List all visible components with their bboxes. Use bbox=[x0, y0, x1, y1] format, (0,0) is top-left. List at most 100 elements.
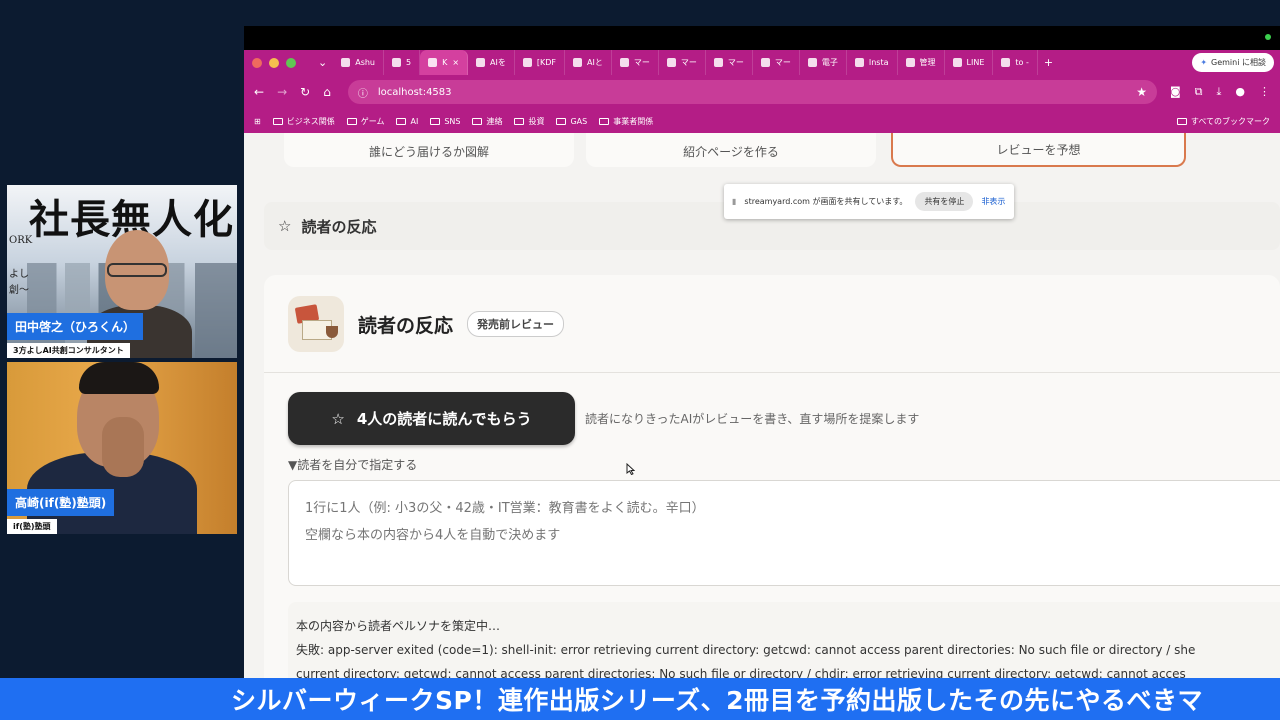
new-tab-plus-icon[interactable]: + bbox=[1038, 56, 1059, 69]
favicon-icon bbox=[1001, 58, 1011, 67]
tab-label: to - bbox=[1015, 58, 1029, 67]
browser-tab[interactable]: 管理 bbox=[898, 50, 945, 75]
feature-card-review[interactable]: レビューを予想 bbox=[891, 133, 1186, 167]
bookmark-label: AI bbox=[410, 116, 419, 126]
folder-icon bbox=[396, 117, 407, 125]
menu-kebab-icon[interactable]: ⋮ bbox=[1259, 85, 1270, 99]
tab-label: 電子 bbox=[821, 58, 838, 67]
browser-tab[interactable]: [KDF bbox=[515, 50, 566, 75]
tab-label: 5 bbox=[406, 58, 412, 67]
feature-card-diagram[interactable]: 誰にどう届けるか図解 bbox=[284, 133, 574, 167]
request-reviews-label: 4人の読者に読んでもらう bbox=[356, 410, 532, 428]
profile-avatar-icon[interactable]: ● bbox=[1235, 85, 1245, 99]
bookmark-folder[interactable]: ゲーム bbox=[346, 116, 384, 127]
maximize-window-button[interactable] bbox=[286, 57, 296, 68]
bookmark-folder[interactable]: 投資 bbox=[514, 116, 544, 127]
bookmark-folder[interactable]: ビジネス関係 bbox=[272, 116, 335, 127]
reader-personas-input[interactable] bbox=[288, 480, 1280, 586]
bookmarks-bar: ⊞ ビジネス関係 ゲーム AI SNS 連絡 投資 GAS 事業者関係 すべてのブックマーク bbox=[244, 109, 1280, 133]
apps-grid-icon[interactable]: ⊞ bbox=[254, 117, 261, 126]
window-controls[interactable] bbox=[252, 57, 296, 68]
browser-tab[interactable]: K × bbox=[420, 50, 469, 75]
participant-name-1: 田中啓之（ひろくん） bbox=[7, 313, 144, 340]
tab-label: AIを bbox=[490, 58, 506, 67]
browser-tab[interactable]: マー bbox=[706, 50, 753, 75]
browser-tab[interactable]: AIと bbox=[565, 50, 612, 75]
browser-tab[interactable]: マー bbox=[659, 50, 706, 75]
bookmark-folder[interactable]: GAS bbox=[556, 116, 587, 127]
page-content: 誰にどう届けるか図解 紹介ページを作る レビューを予想 ☆ 読者の反応 ▮ st… bbox=[244, 133, 1280, 678]
favicon-icon bbox=[522, 58, 532, 67]
browser-tab[interactable]: Ashu bbox=[333, 50, 384, 75]
screen-top-bar bbox=[244, 26, 1280, 50]
section-label: 読者の反応 bbox=[301, 217, 377, 236]
browser-tab[interactable]: 電子 bbox=[800, 50, 847, 75]
favicon-icon bbox=[476, 58, 486, 67]
minimize-window-button[interactable] bbox=[269, 57, 279, 68]
gemini-button[interactable]: ✦ Gemini に相談 bbox=[1192, 53, 1274, 72]
omnibox[interactable]: ⓘ localhost:4583 ★ bbox=[347, 80, 1157, 104]
bookmark-folder[interactable]: 事業者関係 bbox=[599, 116, 653, 127]
feature-card-intro-page[interactable]: 紹介ページを作る bbox=[586, 133, 876, 167]
browser-tab[interactable]: マー bbox=[612, 50, 659, 75]
gemini-label: Gemini に相談 bbox=[1211, 58, 1266, 67]
folder-icon bbox=[430, 117, 441, 125]
video-panel-host: 社長無人化 ORK よし 創〜 田中啓之（ひろくん） 3方よしAI共創コンサルタ… bbox=[7, 185, 237, 358]
forward-arrow-icon[interactable]: → bbox=[277, 85, 287, 99]
stream-title-ticker: シルバーウィークSP！連作出版シリーズ、2冊目を予約出版したその先にやるべきマ bbox=[0, 678, 1280, 720]
bookmark-folder[interactable]: AI bbox=[396, 116, 418, 127]
camera-icon[interactable]: ◙ bbox=[1170, 85, 1181, 99]
close-window-button[interactable] bbox=[252, 57, 262, 68]
close-tab-icon[interactable]: × bbox=[452, 58, 459, 67]
folder-icon bbox=[472, 117, 483, 125]
participant-name-2: 高崎(if(塾)塾頭) bbox=[7, 489, 115, 516]
custom-readers-toggle[interactable]: ▼読者を自分で指定する bbox=[288, 456, 417, 473]
folder-icon bbox=[556, 117, 567, 125]
browser-window: ⌄ Ashu 5 K × AIを [KDF AIと マー マー マー マー 電子 Insta 管理 LINE… bbox=[244, 26, 1280, 678]
feature-card-label: 紹介ページを作る bbox=[683, 145, 779, 159]
browser-tab[interactable]: マー bbox=[753, 50, 800, 75]
favicon-icon bbox=[713, 58, 723, 67]
log-line: 失敗: app-server exited (code=1): shell-in… bbox=[296, 643, 1196, 657]
bookmark-star-icon[interactable]: ★ bbox=[1136, 85, 1147, 99]
favicon-icon bbox=[341, 58, 351, 67]
favicon-icon bbox=[807, 58, 817, 67]
tab-label: マー bbox=[633, 58, 650, 67]
favicon-icon bbox=[428, 58, 438, 67]
button-hint-text: 読者になりきったAIがレビューを書き、直す場所を提案します bbox=[585, 412, 920, 426]
hide-notice-button[interactable]: 非表示 bbox=[981, 196, 1005, 207]
bookmark-folder[interactable]: 連絡 bbox=[472, 116, 502, 127]
back-arrow-icon[interactable]: ← bbox=[254, 85, 264, 99]
extensions-icon[interactable]: ⧉ bbox=[1195, 85, 1203, 99]
site-info-icon[interactable]: ⓘ bbox=[358, 85, 368, 100]
request-reviews-button[interactable]: ☆ 4人の読者に読んでもらう bbox=[288, 392, 575, 445]
reload-icon[interactable]: ↻ bbox=[300, 85, 310, 99]
home-icon[interactable]: ⌂ bbox=[323, 85, 331, 99]
panel-header: 読者の反応 発売前レビュー bbox=[288, 296, 565, 352]
tabs: Ashu 5 K × AIを [KDF AIと マー マー マー マー 電子 Insta 管理 LINE to… bbox=[333, 50, 1038, 75]
browser-tab[interactable]: LINE bbox=[945, 50, 994, 75]
tab-label: マー bbox=[680, 58, 697, 67]
browser-tab[interactable]: 5 bbox=[384, 50, 421, 75]
browser-tab[interactable]: AIを bbox=[468, 50, 515, 75]
browser-tab[interactable]: Insta bbox=[847, 50, 898, 75]
browser-tab[interactable]: to - bbox=[993, 50, 1038, 75]
feature-card-label: 誰にどう届けるか図解 bbox=[368, 145, 489, 159]
all-bookmarks-label: すべてのブックマーク bbox=[1190, 116, 1270, 126]
star-outline-icon: ☆ bbox=[331, 409, 345, 428]
bookmark-label: 事業者関係 bbox=[613, 116, 654, 126]
folder-icon bbox=[514, 117, 525, 125]
favicon-icon bbox=[573, 58, 583, 67]
guest-hand bbox=[102, 417, 144, 477]
all-bookmarks-button[interactable]: すべてのブックマーク bbox=[1176, 116, 1270, 127]
bookmark-folder[interactable]: SNS bbox=[430, 116, 460, 127]
stop-sharing-button[interactable]: 共有を停止 bbox=[915, 192, 974, 211]
status-log: 本の内容から読者ペルソナを策定中… 失敗: app-server exited … bbox=[288, 602, 1280, 678]
download-icon[interactable]: ⤓ bbox=[1217, 85, 1222, 99]
glasses bbox=[107, 263, 167, 277]
divider bbox=[264, 372, 1280, 373]
tab-search-chevron-icon[interactable]: ⌄ bbox=[312, 56, 333, 69]
tab-label: K bbox=[442, 58, 448, 67]
share-indicator-icon: ▮ bbox=[732, 197, 737, 206]
mouse-cursor-icon bbox=[626, 463, 635, 475]
